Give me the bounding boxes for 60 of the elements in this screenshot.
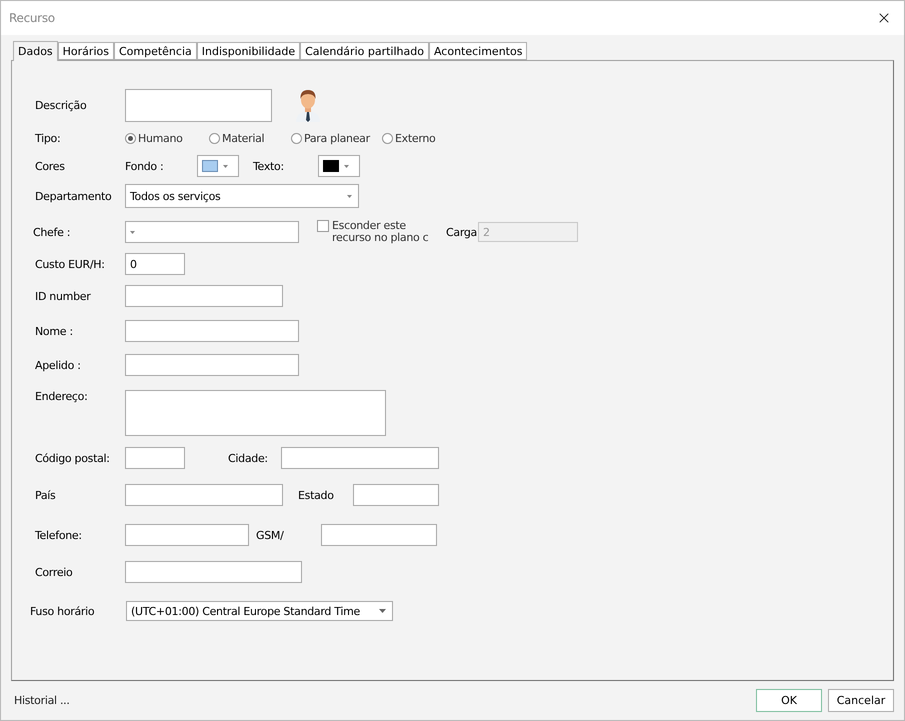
field-label: Código postal: [35,452,111,464]
window-title: Recurso [9,11,55,25]
tab[interactable]: Dados [13,41,58,61]
field-label: País [35,488,56,502]
radio-option[interactable]: Externo [382,132,452,144]
radio-option[interactable]: Material [209,132,291,144]
tab[interactable]: Indisponibilidade [196,42,300,60]
tab[interactable]: Competência [114,42,197,60]
description-field[interactable] [125,88,272,122]
tab[interactable]: Horários [58,42,114,60]
load-label: Carga [446,226,478,238]
field-label: GSM/ [256,528,285,542]
caret-icon [379,609,386,613]
country-field[interactable] [125,484,283,506]
ok-button[interactable]: OK [756,688,822,712]
checkbox-label: Esconder este recurso no plano c [332,220,430,244]
field-label: Estado [298,488,335,502]
field-label: Correio [35,566,74,578]
tab[interactable]: Calendário partilhado [300,42,429,60]
field-label: Chefe : [33,226,72,238]
tab[interactable]: Acontecimentos [428,42,528,60]
boss-dropdown[interactable] [125,221,299,243]
field-label: Nome : [35,324,74,338]
caret-icon [344,164,349,168]
field-label: Apelido : [35,358,82,372]
caret-icon [130,230,135,234]
cancel-button[interactable]: Cancelar [828,688,894,712]
department-dropdown[interactable]: Todos os serviços [125,184,359,208]
field-label: Descrição [35,98,88,112]
caret-icon [347,194,352,198]
field-label: Fuso horário [30,604,96,618]
mobile-field[interactable] [321,524,437,546]
city-field[interactable] [281,447,439,469]
id-number-field[interactable] [125,285,283,307]
email-field[interactable] [125,561,302,583]
caret-icon [223,164,228,168]
field-label: Cidade: [228,452,269,464]
field-label: Telefone: [35,528,83,542]
field-label: Custo EUR/H: [35,258,106,270]
address-field[interactable] [125,390,386,436]
checkbox[interactable] [317,220,329,232]
timezone-dropdown[interactable]: (UTC+01:00) Central Europe Standard Time [126,601,393,621]
color-picker[interactable] [197,155,239,177]
field-label: Tipo: [35,132,62,144]
history-link[interactable]: Historial ... [14,694,70,706]
field-label: Departamento [35,190,112,202]
radio-option[interactable]: Para planear [291,132,382,144]
color-picker[interactable] [318,155,360,177]
color-label: Fondo : [125,160,164,172]
postal-code-field[interactable] [125,447,185,469]
radio-option[interactable]: Humano [125,132,209,144]
state-field[interactable] [353,484,439,506]
cost-field[interactable]: 0 [125,253,185,275]
field-label: Cores [35,160,66,172]
phone-field[interactable] [125,524,249,546]
field-label: ID number [35,290,92,302]
name-field[interactable] [125,320,299,342]
color-label: Texto: [253,160,285,172]
surname-field[interactable] [125,354,299,376]
field-label: Endereço: [35,390,89,403]
